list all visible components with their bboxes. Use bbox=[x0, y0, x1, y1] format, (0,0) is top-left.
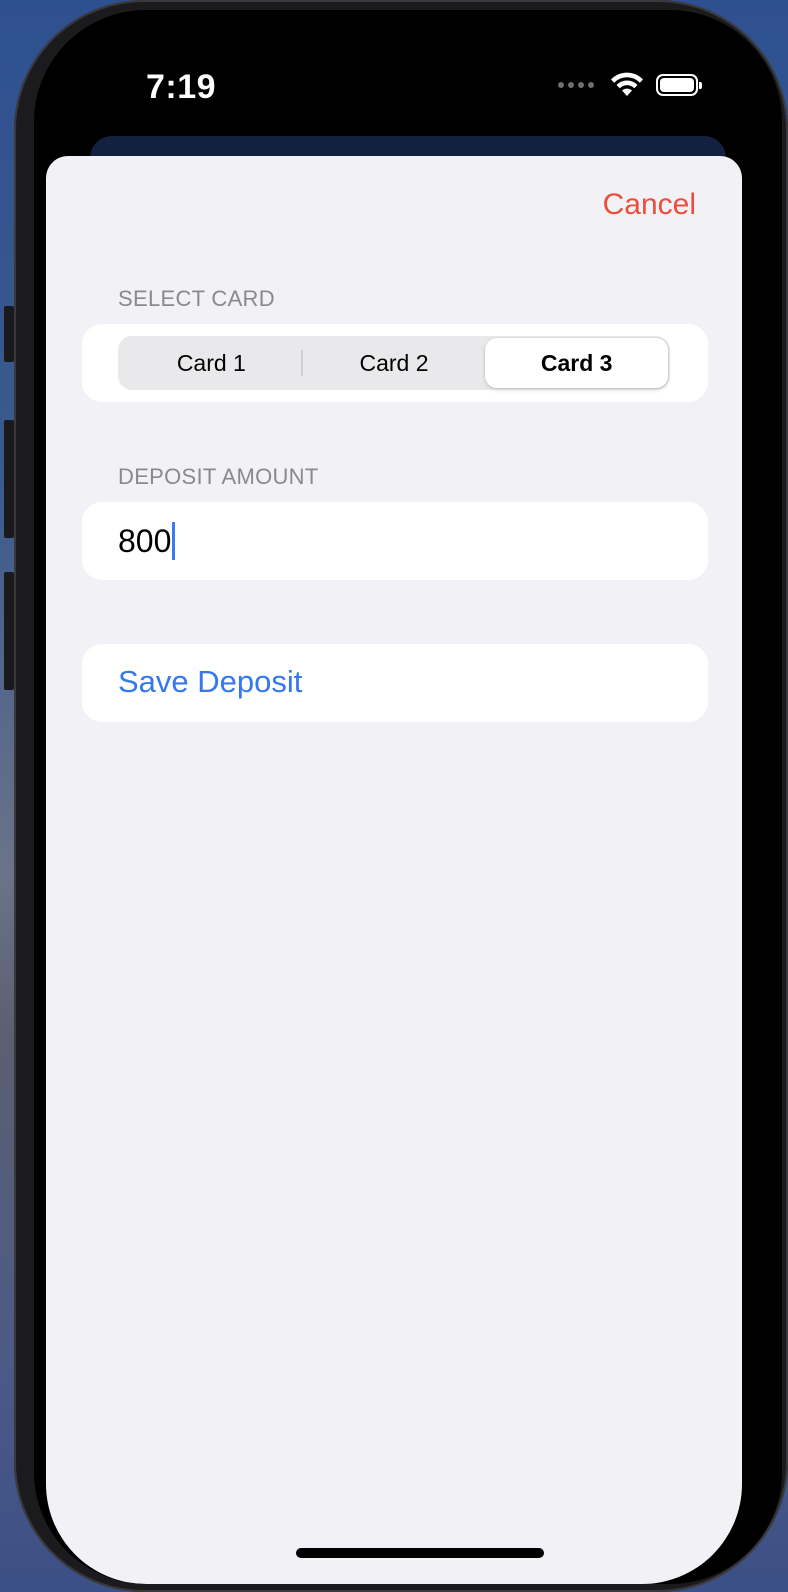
select-card-label: SELECT CARD bbox=[118, 286, 275, 311]
status-icons bbox=[558, 72, 702, 98]
volume-down-button bbox=[4, 572, 14, 690]
deposit-amount-label: DEPOSIT AMOUNT bbox=[118, 464, 319, 489]
card-segmented-control[interactable]: Card 1 Card 2 Card 3 bbox=[118, 336, 670, 390]
segment-card-2[interactable]: Card 2 bbox=[303, 338, 486, 388]
deposit-sheet: Cancel SELECT CARD Card 1 Card 2 Card 3 … bbox=[46, 156, 742, 1584]
deposit-amount-field[interactable]: 800 bbox=[82, 502, 708, 580]
volume-up-button bbox=[4, 420, 14, 538]
signal-dots-icon bbox=[558, 82, 594, 88]
battery-icon bbox=[656, 74, 702, 96]
home-indicator bbox=[296, 1548, 544, 1558]
phone-frame: 7:19 Cancel SELECT CARD Card 1 Card 2 Ca… bbox=[14, 0, 788, 1592]
status-time: 7:19 bbox=[146, 68, 217, 106]
action-button bbox=[4, 306, 14, 362]
select-card-group: Card 1 Card 2 Card 3 bbox=[82, 324, 708, 402]
save-deposit-row[interactable]: Save Deposit bbox=[82, 644, 708, 722]
segment-card-3[interactable]: Card 3 bbox=[485, 338, 669, 388]
cancel-button[interactable]: Cancel bbox=[603, 188, 696, 222]
wifi-icon bbox=[611, 72, 643, 96]
deposit-amount-input[interactable]: 800 bbox=[118, 522, 176, 560]
segment-card-1[interactable]: Card 1 bbox=[120, 338, 303, 388]
text-cursor bbox=[172, 522, 176, 560]
deposit-amount-value: 800 bbox=[118, 522, 172, 559]
save-deposit-button[interactable]: Save Deposit bbox=[118, 664, 302, 700]
status-bar: 7:19 bbox=[34, 10, 782, 150]
screen: 7:19 Cancel SELECT CARD Card 1 Card 2 Ca… bbox=[34, 10, 782, 1584]
